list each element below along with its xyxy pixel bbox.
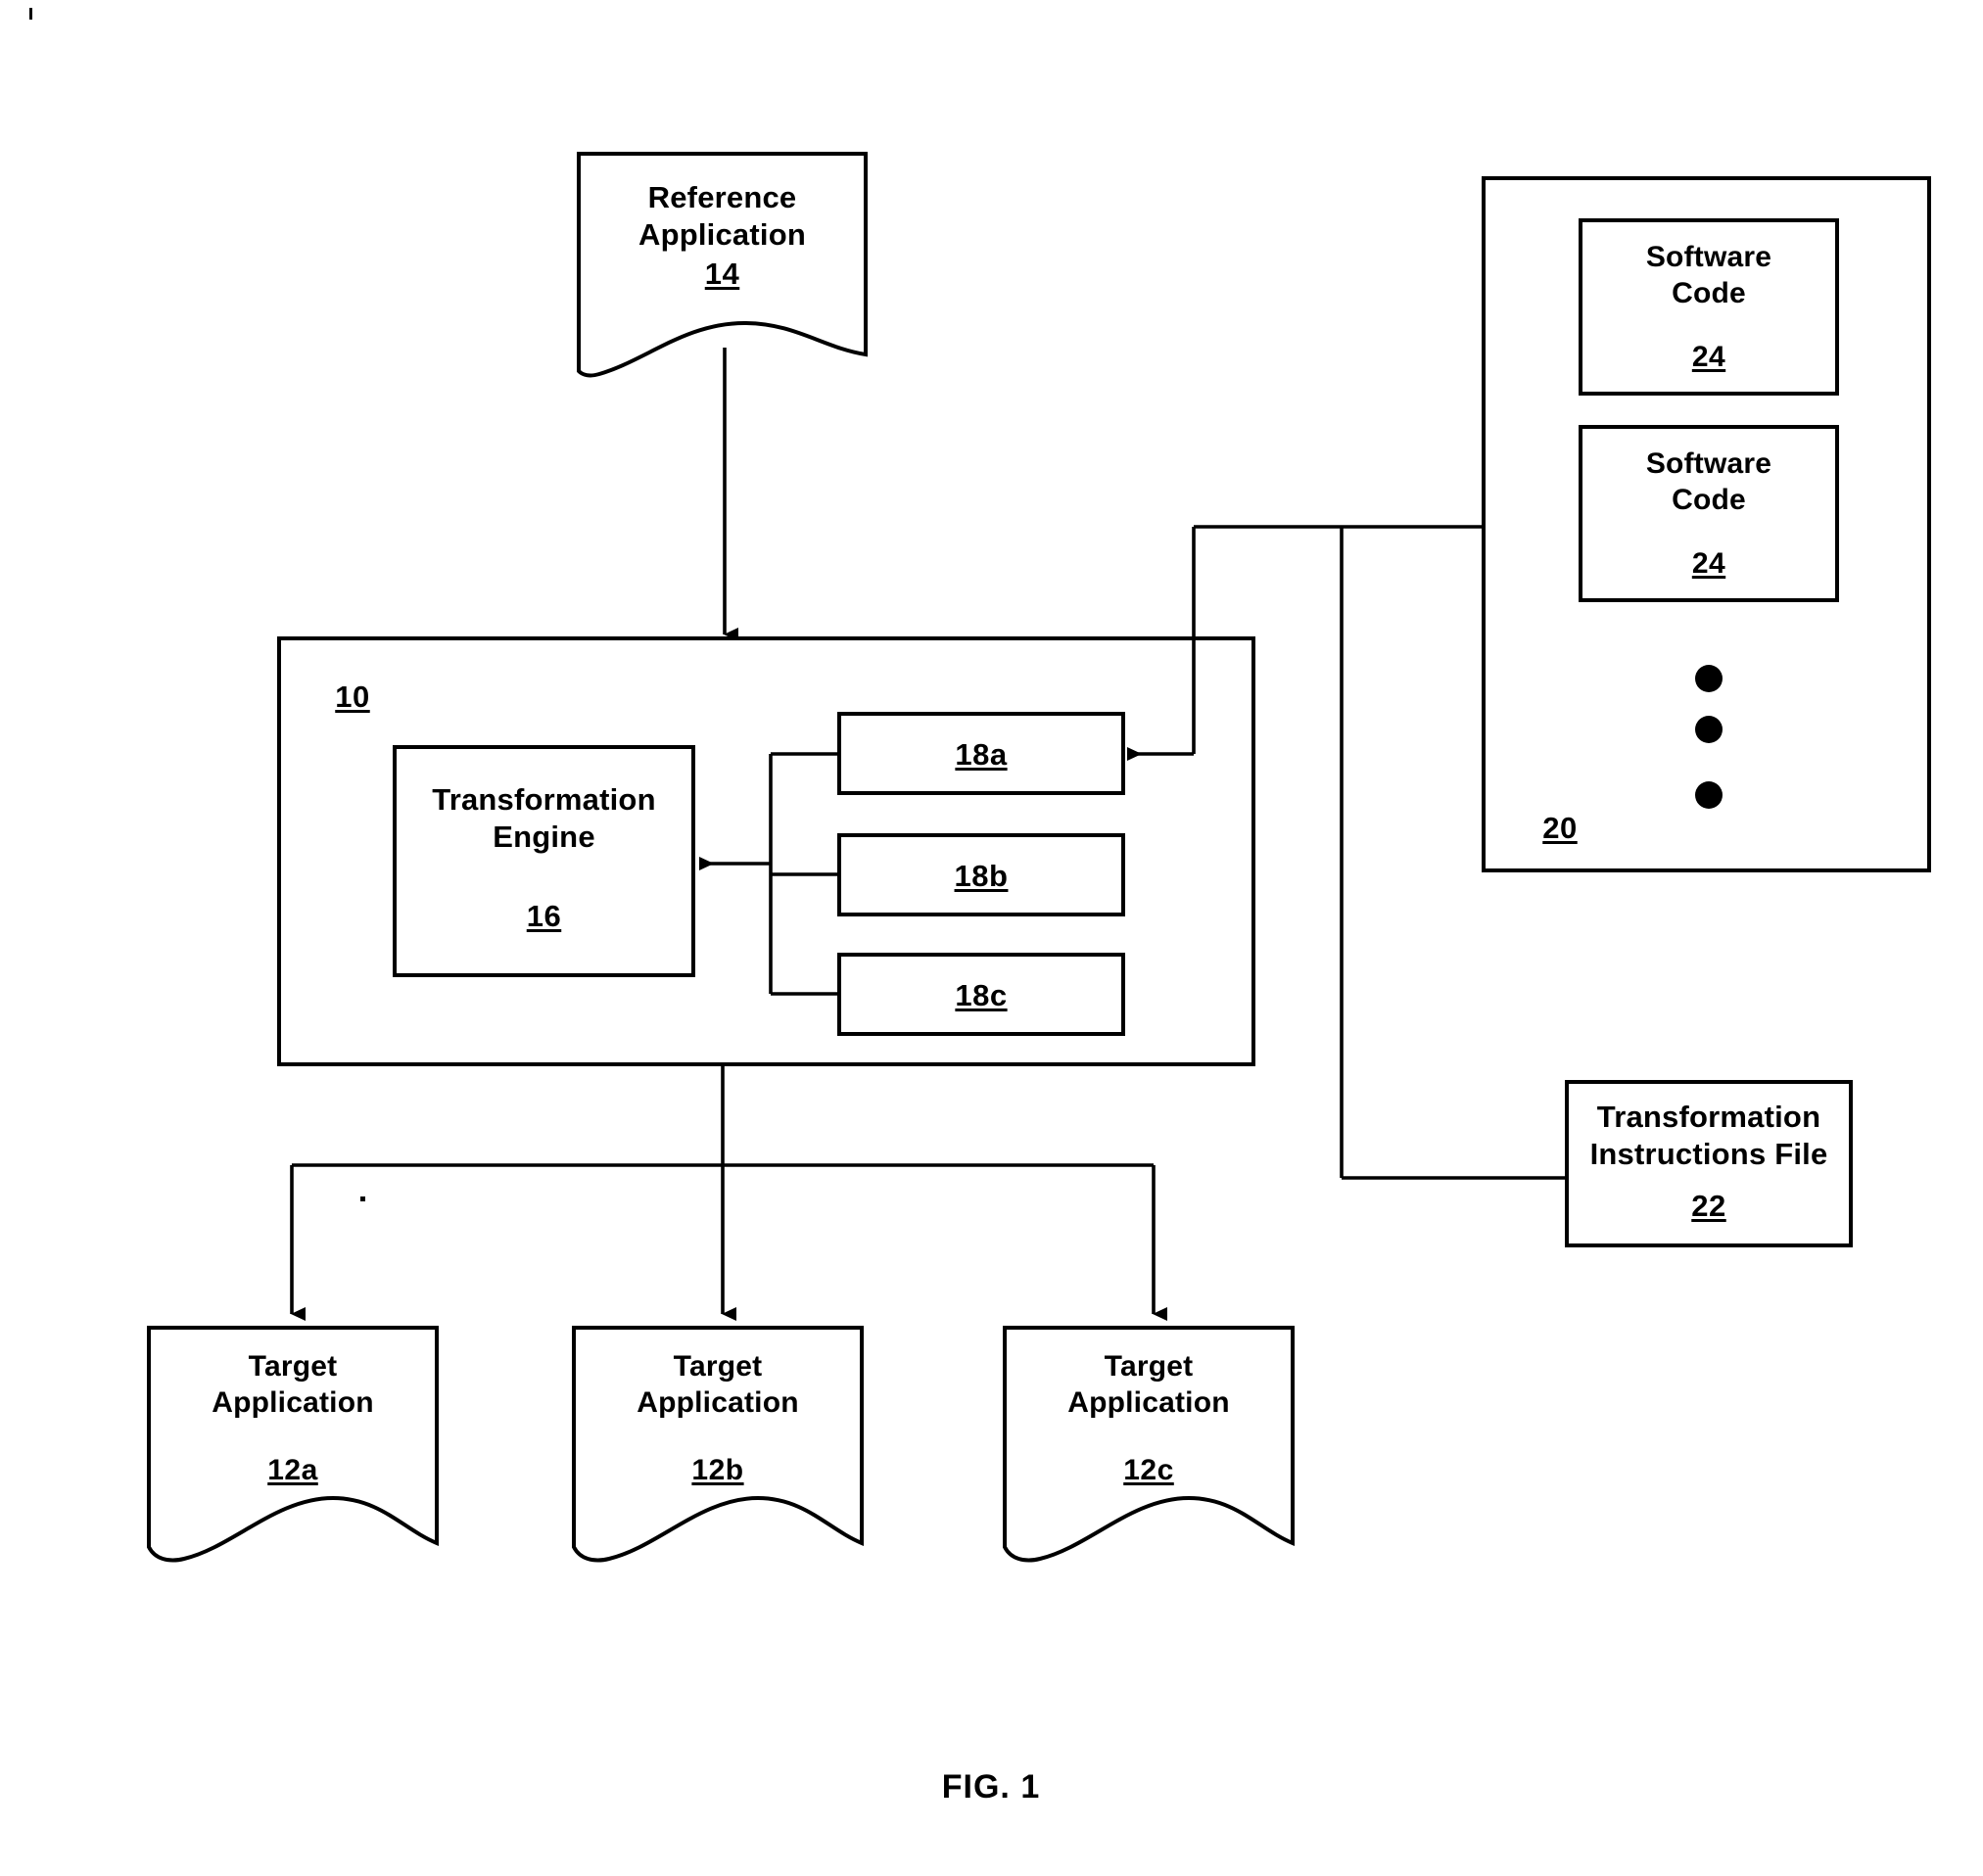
transformation-engine-box <box>393 745 695 977</box>
code-repository-ref: 20 <box>1542 811 1578 845</box>
module-18b-ref: 18b <box>954 859 1009 893</box>
target-application-12a-shape <box>147 1326 439 1563</box>
target-application-12c-ref: 12c <box>1123 1454 1174 1486</box>
module-18a-ref: 18a <box>955 737 1008 772</box>
reference-application-ref: 14 <box>704 257 740 291</box>
transformation-instructions-file-ref: 22 <box>1691 1189 1726 1223</box>
software-code-1-ref: 24 <box>1691 341 1726 373</box>
figure-page: Reference Application 14 10 Transformati… <box>0 0 1983 1876</box>
target-application-12a-ref: 12a <box>267 1454 318 1486</box>
diagram-canvas <box>147 152 1931 1563</box>
target-application-12b-ref: 12b <box>691 1454 744 1486</box>
connector-system-to-targets <box>290 1064 1167 1321</box>
software-code-2-ref: 24 <box>1691 547 1726 580</box>
vertical-ellipsis-icon <box>1695 665 1723 809</box>
target-application-12c-shape <box>1003 1326 1295 1563</box>
transformation-engine-ref: 16 <box>526 899 562 933</box>
figure-caption: FIG. 1 <box>941 1768 1041 1806</box>
system-ref: 10 <box>335 680 370 714</box>
module-18c-ref: 18c <box>955 978 1008 1012</box>
target-application-12b-shape <box>572 1326 864 1563</box>
